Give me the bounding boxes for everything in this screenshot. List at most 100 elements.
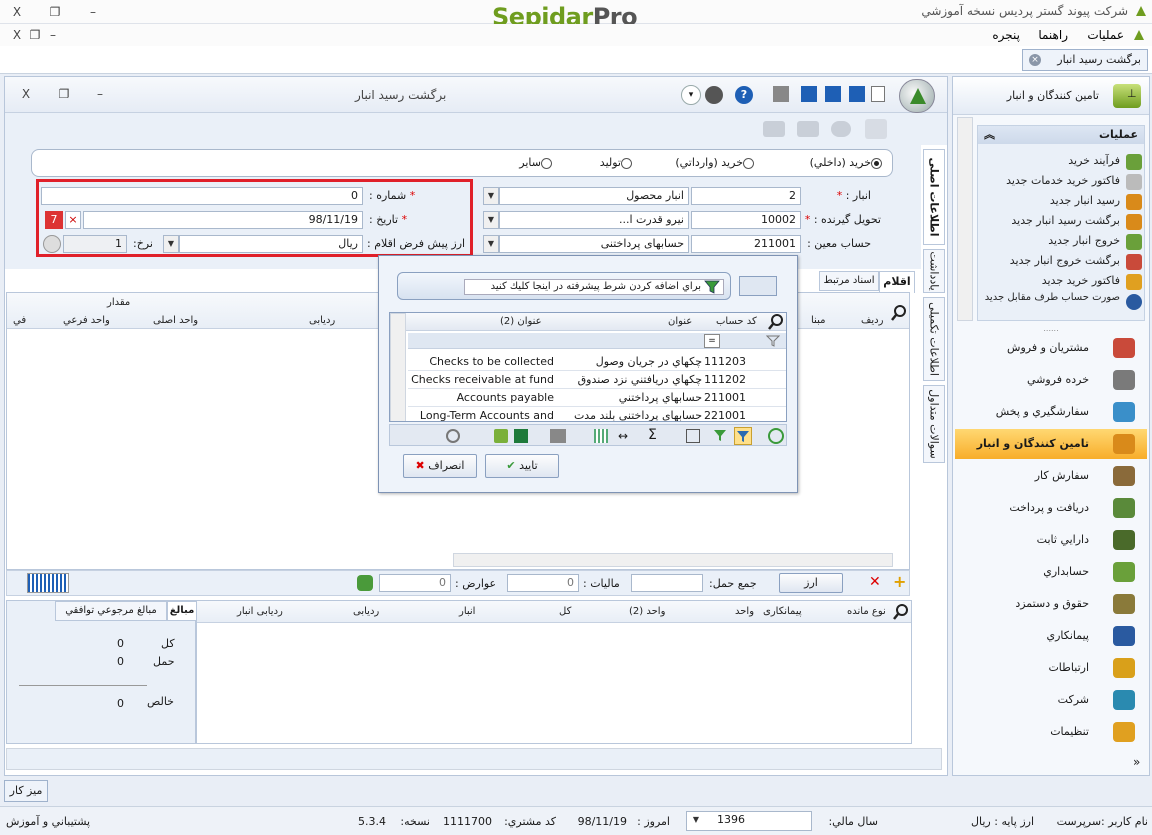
desk-tab[interactable]: ميز کار (4, 780, 48, 802)
receiver-dropdown[interactable]: ▼ (483, 211, 499, 229)
column-chooser-icon[interactable] (594, 429, 608, 443)
window-restore-button[interactable]: ❐ (55, 85, 73, 103)
calculator-icon[interactable] (357, 575, 373, 591)
sidebar-item-0[interactable]: مشتريان و فروش (955, 333, 1147, 363)
col-balance-type[interactable]: نوع مانده (847, 606, 886, 617)
forward-icon[interactable] (797, 121, 819, 137)
vtab-main-info[interactable]: اطلاعات اصلی (923, 149, 945, 245)
print-icon[interactable] (550, 429, 566, 443)
child-minimize-button[interactable]: – (44, 26, 62, 44)
currency-button[interactable]: ارز (779, 573, 843, 593)
menu-help[interactable]: راهنما (1038, 28, 1068, 42)
copy-icon[interactable] (865, 119, 887, 139)
remove-icon[interactable]: ✕ (869, 575, 883, 589)
col-account-code[interactable]: کد حساب (716, 316, 757, 327)
col-contracting[interactable]: پیمانکاری (763, 606, 802, 617)
radio-purchase-domestic[interactable]: خريد (داخلي) (810, 156, 882, 169)
app-orb-icon[interactable] (899, 79, 935, 113)
fiscal-year-select[interactable]: 1396 (686, 811, 812, 831)
chevron-down-icon[interactable]: ▾ (681, 85, 701, 105)
sidebar-item-11[interactable]: شرکت (955, 685, 1147, 715)
sidebar-item-10[interactable]: ارتباطات (955, 653, 1147, 683)
barcode-icon[interactable] (27, 573, 69, 593)
warehouse-dropdown[interactable]: ▼ (483, 187, 499, 205)
table-row[interactable]: 221001 حسابهای پرداختني بلند مدت Long-Te… (408, 407, 786, 421)
lookup-vscrollbar[interactable] (390, 313, 406, 421)
col-tracking[interactable]: ردیابی (309, 315, 335, 326)
op-new-purchase-invoice[interactable]: فاکتور خريد جديد (1042, 274, 1120, 287)
menu-operations[interactable]: عمليات (1087, 28, 1124, 42)
sidebar-item-9[interactable]: پيمانکاري (955, 621, 1147, 651)
vtab-notes[interactable]: یادداشت (923, 249, 945, 293)
app-close-button[interactable]: X (8, 3, 26, 21)
new-document-icon[interactable] (871, 86, 885, 102)
account-name-input[interactable]: حسابهای پرداختنی (499, 235, 689, 253)
search-icon[interactable] (768, 314, 784, 330)
search-icon[interactable] (893, 604, 909, 620)
ok-button[interactable]: تاييد ✔ (485, 454, 559, 478)
operations-header[interactable]: عمليات ︽ (978, 126, 1144, 144)
sum-icon[interactable]: Σ (648, 427, 664, 443)
vtab-extra-info[interactable]: اطلاعات تکمیلی (923, 297, 945, 381)
sidebar-item-8[interactable]: حقوق و دستمزد (955, 589, 1147, 619)
col-title[interactable]: عنوان (668, 316, 692, 327)
tab-amounts[interactable]: مبالغ (167, 601, 197, 621)
sidebar-item-1[interactable]: خرده فروشي (955, 365, 1147, 395)
account-code-input[interactable]: 211001 (691, 235, 801, 253)
help-icon[interactable]: ? (735, 86, 753, 104)
print-icon[interactable] (773, 86, 789, 102)
warehouse-name-input[interactable]: انبار محصول (499, 187, 689, 205)
sidebar-item-3[interactable]: تامين کنندگان و انبار (955, 429, 1147, 459)
tab-agreed-return-amounts[interactable]: مبالغ مرجوعي توافقي (55, 601, 167, 621)
items-grid-hscrollbar[interactable] (453, 553, 893, 567)
op-new-warehouse-issue[interactable]: خروج انبار جديد (1048, 234, 1120, 247)
export-icon[interactable] (494, 429, 508, 443)
col-unit-2[interactable]: واحد (2) (629, 606, 665, 617)
account-dropdown[interactable]: ▼ (483, 235, 499, 253)
sidebar-item-12[interactable]: تنظيمات (955, 717, 1147, 747)
delete-icon[interactable] (831, 121, 851, 137)
sidebar-item-2[interactable]: سفارشگيري و پخش (955, 397, 1147, 427)
filter-operator-icon[interactable]: = (704, 334, 720, 348)
cancel-button[interactable]: انصراف ✖ (403, 454, 477, 478)
save-icon[interactable] (801, 86, 817, 102)
op-new-service-invoice[interactable]: فاکتور خريد خدمات جديد (1006, 174, 1120, 187)
sidebar-item-7[interactable]: حسابداري (955, 557, 1147, 587)
filter-toggle[interactable] (739, 276, 777, 296)
col-fee[interactable]: في (13, 315, 26, 326)
col-unit[interactable]: واحد (735, 606, 754, 617)
vtab-faq[interactable]: سوالات متداول (923, 385, 945, 463)
op-new-return-receipt[interactable]: برگشت رسيد انبار جديد (1011, 214, 1120, 227)
add-icon[interactable]: + (893, 574, 907, 590)
duties-input[interactable]: 0 (379, 574, 451, 592)
sidebar-scrollbar[interactable] (957, 117, 973, 321)
columns-icon[interactable] (686, 429, 700, 443)
close-icon[interactable]: × (1029, 54, 1041, 66)
col-row[interactable]: رديف (861, 315, 883, 326)
shipping-input[interactable] (631, 574, 703, 592)
warehouse-code-input[interactable]: 2 (691, 187, 801, 205)
table-row[interactable]: 111202 چکهاي دريافتني نزد صندوق Checks r… (408, 371, 786, 389)
status-support[interactable]: پشتيباني و آموزش (6, 815, 90, 828)
back-icon[interactable] (763, 121, 785, 137)
child-restore-button[interactable]: ❐ (26, 26, 44, 44)
advanced-filter-bar[interactable]: براي اضافه کردن شرط پيشرفته در اينجا کلي… (397, 272, 731, 300)
col-total[interactable]: کل (559, 606, 571, 617)
col-title-2[interactable]: عنوان (2) (500, 316, 542, 327)
compass-icon[interactable] (705, 86, 723, 104)
col-tracking-2[interactable]: ردیابی (353, 606, 379, 617)
receiver-code-input[interactable]: 10002 (691, 211, 801, 229)
menu-window[interactable]: پنجره (992, 28, 1020, 42)
search-icon[interactable] (891, 305, 907, 321)
col-sub-unit[interactable]: واحد فرعي (63, 315, 110, 326)
col-main-unit[interactable]: واحد اصلی (153, 315, 198, 326)
tab-related-docs[interactable]: اسناد مرتبط (819, 271, 879, 291)
col-warehouse-tracking[interactable]: ردیابی انبار (237, 606, 283, 617)
window-close-button[interactable]: X (17, 85, 35, 103)
sidebar-item-5[interactable]: دريافت و پرداخت (955, 493, 1147, 523)
child-close-button[interactable]: X (8, 26, 26, 44)
col-warehouse[interactable]: انبار (459, 606, 475, 617)
splitter[interactable]: ...... (953, 325, 1149, 333)
advanced-filter-hint[interactable]: براي اضافه کردن شرط پيشرفته در اينجا کلي… (464, 279, 724, 295)
doc-tab-return-receipt[interactable]: برگشت رسيد انبار × (1022, 49, 1148, 71)
